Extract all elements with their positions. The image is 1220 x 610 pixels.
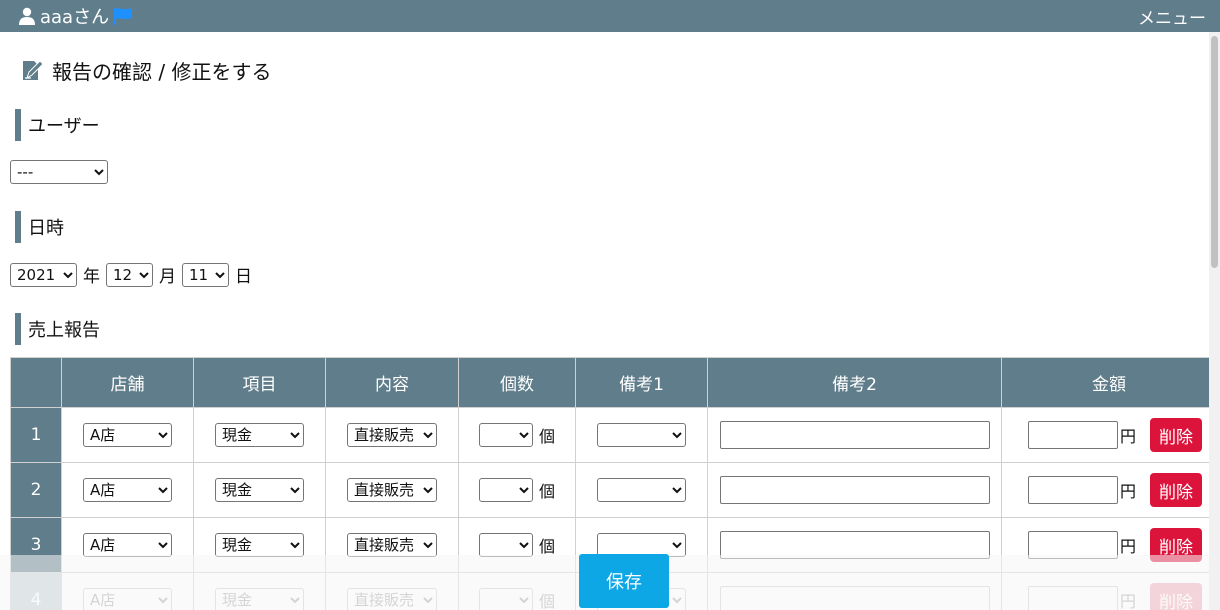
count-unit: 個 xyxy=(538,482,555,501)
section-heading-text: 売上報告 xyxy=(28,320,100,341)
column-header: 備考1 xyxy=(575,357,708,408)
heading-accent-bar xyxy=(15,109,21,141)
edit-document-icon xyxy=(23,59,44,80)
table-row: 2 A店 現金 直接販売 個 円削除 xyxy=(10,462,1217,518)
page-title: 報告の確認 / 修正をする xyxy=(20,56,271,85)
store-select[interactable]: A店 xyxy=(83,423,172,447)
item-select[interactable]: 現金 xyxy=(215,533,304,557)
store-select[interactable]: A店 xyxy=(83,478,172,502)
heading-accent-bar xyxy=(15,313,21,345)
count-unit: 個 xyxy=(538,537,555,556)
save-button[interactable]: 保存 xyxy=(579,554,669,608)
day-select[interactable]: 11 xyxy=(182,262,229,287)
count-select[interactable] xyxy=(478,423,533,447)
column-header: 金額 xyxy=(1001,357,1217,408)
column-header-index xyxy=(10,357,62,408)
amount-input[interactable] xyxy=(1028,476,1118,504)
memo1-select[interactable] xyxy=(597,423,686,447)
memo1-select[interactable] xyxy=(597,478,686,502)
scrollbar-thumb[interactable] xyxy=(1211,36,1218,268)
section-heading-date: 日時 xyxy=(15,211,64,243)
item-select[interactable]: 現金 xyxy=(215,423,304,447)
column-header: 店舗 xyxy=(61,357,194,408)
row-number: 2 xyxy=(10,462,62,518)
year-suffix: 年 xyxy=(83,267,100,287)
content-select[interactable]: 直接販売 xyxy=(347,478,437,502)
user-icon xyxy=(19,7,35,25)
count-select[interactable] xyxy=(478,478,533,502)
month-suffix: 月 xyxy=(159,267,176,287)
count-select[interactable] xyxy=(478,533,533,557)
heading-accent-bar xyxy=(15,211,21,243)
date-row: 2021 年 12 月 11 日 xyxy=(10,262,252,287)
section-heading-text: ユーザー xyxy=(28,116,100,137)
row-number: 1 xyxy=(10,407,62,463)
top-bar: aaaさん メニュー xyxy=(0,0,1220,32)
section-heading-text: 日時 xyxy=(28,218,64,239)
content-select[interactable]: 直接販売 xyxy=(347,423,437,447)
year-select[interactable]: 2021 xyxy=(10,262,77,287)
day-suffix: 日 xyxy=(235,267,252,287)
flag-icon[interactable] xyxy=(113,7,133,25)
amount-unit: 円 xyxy=(1120,537,1137,556)
delete-button[interactable]: 削除 xyxy=(1150,473,1203,507)
table-row: 1 A店 現金 直接販売 個 円削除 xyxy=(10,407,1217,463)
column-header: 内容 xyxy=(325,357,459,408)
delete-button[interactable]: 削除 xyxy=(1150,418,1203,452)
memo2-input[interactable] xyxy=(719,421,990,449)
table-header-row: 店舗 項目 内容 個数 備考1 備考2 金額 xyxy=(10,357,1217,408)
vertical-scrollbar[interactable] xyxy=(1209,32,1220,610)
amount-unit: 円 xyxy=(1120,427,1137,446)
user-info[interactable]: aaaさん xyxy=(18,3,133,29)
memo2-input[interactable] xyxy=(719,476,990,504)
section-heading-sales: 売上報告 xyxy=(15,313,100,345)
column-header: 備考2 xyxy=(707,357,1002,408)
content-select[interactable]: 直接販売 xyxy=(347,533,437,557)
column-header: 個数 xyxy=(458,357,576,408)
amount-input[interactable] xyxy=(1028,421,1118,449)
column-header: 項目 xyxy=(193,357,326,408)
item-select[interactable]: 現金 xyxy=(215,478,304,502)
page-title-text: 報告の確認 / 修正をする xyxy=(52,60,272,84)
user-select[interactable]: --- xyxy=(10,160,108,184)
amount-unit: 円 xyxy=(1120,482,1137,501)
count-unit: 個 xyxy=(538,427,555,446)
menu-button[interactable]: メニュー xyxy=(1138,4,1206,29)
month-select[interactable]: 12 xyxy=(106,262,153,287)
section-heading-user: ユーザー xyxy=(15,109,100,141)
store-select[interactable]: A店 xyxy=(83,533,172,557)
username: aaaさん xyxy=(40,7,110,28)
